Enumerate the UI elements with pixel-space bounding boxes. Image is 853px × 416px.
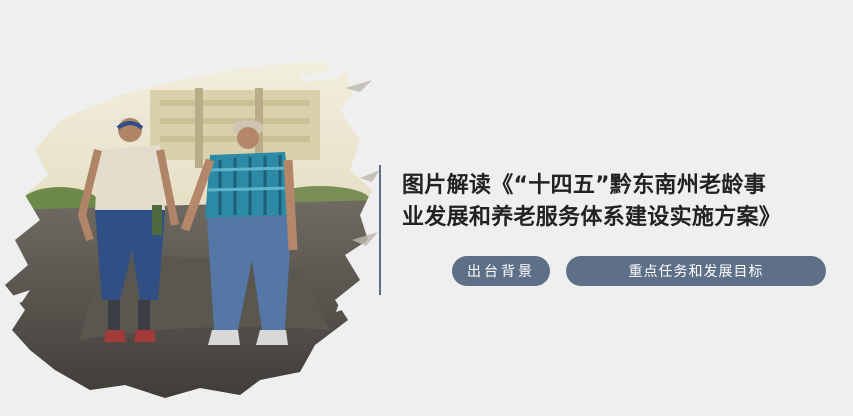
background-button[interactable]: 出台背景 (452, 256, 550, 286)
banner: 图片解读《“十四五”黔东南州老龄事 业发展和养老服务体系建设实施方案》 出台背景… (0, 0, 853, 412)
background-button-label: 出台背景 (467, 264, 535, 280)
key-tasks-button-label: 重点任务和发展目标 (628, 264, 764, 280)
title-line-2: 业发展和养老服务体系建设实施方案》 (402, 205, 782, 230)
title-line-1: 图片解读《“十四五”黔东南州老龄事 (402, 173, 767, 198)
page-title: 图片解读《“十四五”黔东南州老龄事 业发展和养老服务体系建设实施方案》 (402, 170, 842, 234)
vertical-divider (379, 165, 381, 295)
key-tasks-button[interactable]: 重点任务和发展目标 (566, 256, 826, 286)
